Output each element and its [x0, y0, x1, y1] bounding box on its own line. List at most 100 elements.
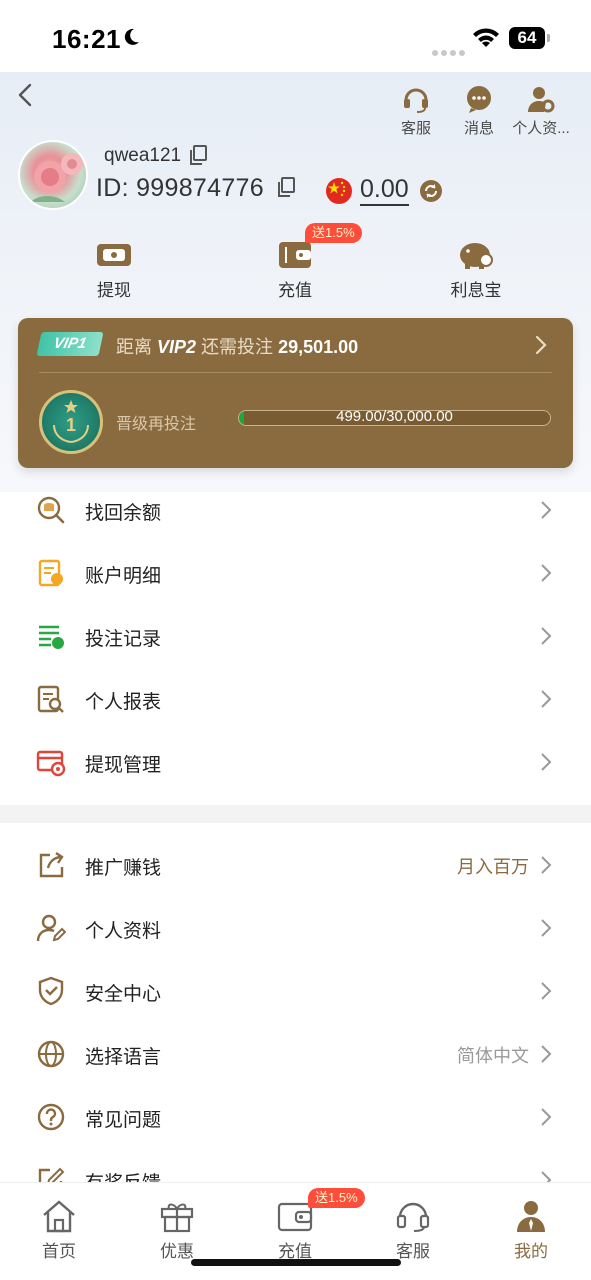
status-time: 16:21 [52, 24, 121, 54]
chevron-right-icon [541, 753, 552, 771]
tab-mine[interactable]: 我的 [486, 1199, 576, 1262]
promo-badge: 送1.5% [308, 1188, 365, 1208]
person-icon [517, 1201, 545, 1232]
menu-group-wallet: 找回余额 账户明细 投注记录 个人报表 提现管理 [0, 478, 591, 793]
withdraw-manage-icon [36, 750, 66, 777]
promo-badge: 送1.5% [305, 223, 362, 243]
username: qwea121 [104, 145, 182, 166]
user-id: ID: 999874776 [96, 174, 264, 202]
chevron-right-icon [541, 1045, 552, 1063]
chat-icon [467, 86, 491, 113]
wifi-icon [473, 28, 499, 47]
menu-item-select-language[interactable]: 选择语言 简体中文 [0, 1022, 591, 1085]
language-value: 简体中文 [457, 1046, 529, 1066]
report-icon [37, 685, 64, 713]
china-flag-icon [326, 178, 352, 204]
promote-earn-value: 月入百万 [457, 857, 529, 877]
menu-item-label: 个人报表 [85, 692, 162, 713]
avatar[interactable] [18, 140, 88, 210]
menu-item-label: 投注记录 [85, 629, 162, 650]
menu-item-faq[interactable]: 常见问题 [0, 1085, 591, 1148]
account-details-icon [38, 559, 63, 587]
menu-item-recover-balance[interactable]: 找回余额 [0, 478, 591, 541]
menu-item-security-center[interactable]: 安全中心 [0, 959, 591, 1022]
tab-label: 我的 [514, 1242, 548, 1261]
tab-customer-service[interactable]: 客服 [368, 1199, 458, 1262]
vip-level-medal-icon: 1 [39, 390, 103, 454]
recover-balance-icon [37, 496, 65, 524]
withdraw-button[interactable]: 提现 [69, 238, 159, 301]
menu-item-label: 账户明细 [85, 566, 162, 587]
menu-item-account-details[interactable]: 账户明细 [0, 541, 591, 604]
share-icon [39, 852, 64, 878]
shield-icon [38, 976, 64, 1006]
top-action-label: 个人资... [512, 120, 570, 137]
question-icon [37, 1103, 65, 1131]
refresh-icon[interactable] [419, 179, 443, 203]
chevron-right-icon [541, 919, 552, 937]
chevron-right-icon [541, 982, 552, 1000]
tab-promotions[interactable]: 优惠 [132, 1199, 222, 1262]
chevron-right-icon [541, 856, 552, 874]
interest-treasure-button[interactable]: 利息宝 [431, 238, 521, 301]
section-divider [0, 805, 591, 823]
vip-next-level-text: 距离 VIP2 还需投注 29,501.00 [116, 337, 359, 357]
chevron-right-icon [541, 690, 552, 708]
quick-action-label: 利息宝 [450, 281, 502, 300]
globe-icon [37, 1040, 65, 1068]
menu-item-personal-report[interactable]: 个人报表 [0, 667, 591, 730]
menu-item-label: 找回余额 [85, 503, 162, 524]
withdraw-icon [97, 244, 131, 266]
menu-item-label: 常见问题 [85, 1110, 162, 1131]
home-icon [43, 1200, 75, 1233]
copy-icon[interactable] [276, 176, 296, 198]
battery-icon: 64 [509, 27, 545, 49]
quick-action-label: 提现 [97, 281, 131, 300]
menu-item-label: 提现管理 [85, 755, 162, 776]
menu-item-withdraw-manage[interactable]: 提现管理 [0, 730, 591, 793]
quick-action-label: 充值 [278, 281, 312, 300]
tab-home[interactable]: 首页 [14, 1199, 104, 1262]
top-action-label: 客服 [400, 120, 431, 137]
vip-badge: VIP1 [36, 332, 104, 356]
tab-label: 客服 [396, 1242, 430, 1261]
back-icon[interactable] [14, 82, 36, 108]
progress-text: 499.00/30,000.00 [336, 408, 453, 425]
menu-group-settings: 推广赚钱 月入百万 个人资料 安全中心 选择语言 简体中文 常见问题 有奖反 [0, 833, 591, 1211]
home-indicator [191, 1259, 401, 1266]
menu-item-promote-earn[interactable]: 推广赚钱 月入百万 [0, 833, 591, 896]
menu-item-label: 推广赚钱 [85, 858, 162, 879]
chevron-right-icon [541, 564, 552, 582]
headset-icon [404, 88, 428, 113]
menu-item-label: 选择语言 [85, 1047, 162, 1068]
signal-dots-icon [432, 43, 468, 61]
tab-label: 首页 [42, 1242, 76, 1261]
customer-service-button[interactable]: 客服 [396, 84, 436, 138]
menu-item-bet-record[interactable]: 投注记录 [0, 604, 591, 667]
moon-icon [124, 28, 139, 45]
menu-item-personal-profile[interactable]: 个人资料 [0, 896, 591, 959]
vip-card[interactable]: VIP1 距离 VIP2 还需投注 29,501.00 1 晋级再投注 499.… [18, 318, 573, 468]
top-action-label: 消息 [463, 120, 494, 137]
bet-record-icon [39, 625, 64, 649]
piggy-bank-icon [460, 243, 493, 269]
chevron-right-icon [541, 501, 552, 519]
gift-icon [160, 1203, 194, 1233]
my-account-page: 16:21 64 客服 消息 个人资... qwea121 ID: 999874… [0, 0, 591, 1280]
chevron-right-icon[interactable] [534, 334, 548, 356]
menu-item-label: 个人资料 [85, 921, 162, 942]
balance-amount[interactable]: 0.00 [360, 174, 409, 206]
progress-label: 晋级再投注 [116, 416, 197, 433]
menu-item-label: 安全中心 [85, 984, 162, 1005]
copy-icon[interactable] [188, 144, 208, 166]
status-bar: 16:21 64 [0, 0, 591, 72]
chevron-right-icon [541, 1108, 552, 1126]
user-settings-icon [528, 87, 555, 113]
recharge-button[interactable]: 充值 [250, 238, 340, 301]
profile-settings-button[interactable]: 个人资... [508, 84, 574, 138]
tab-label: 优惠 [160, 1242, 194, 1261]
messages-button[interactable]: 消息 [459, 84, 499, 138]
svg-text:1: 1 [66, 415, 76, 435]
tab-recharge[interactable]: 充值 [250, 1199, 340, 1262]
profile-edit-icon [36, 914, 66, 942]
